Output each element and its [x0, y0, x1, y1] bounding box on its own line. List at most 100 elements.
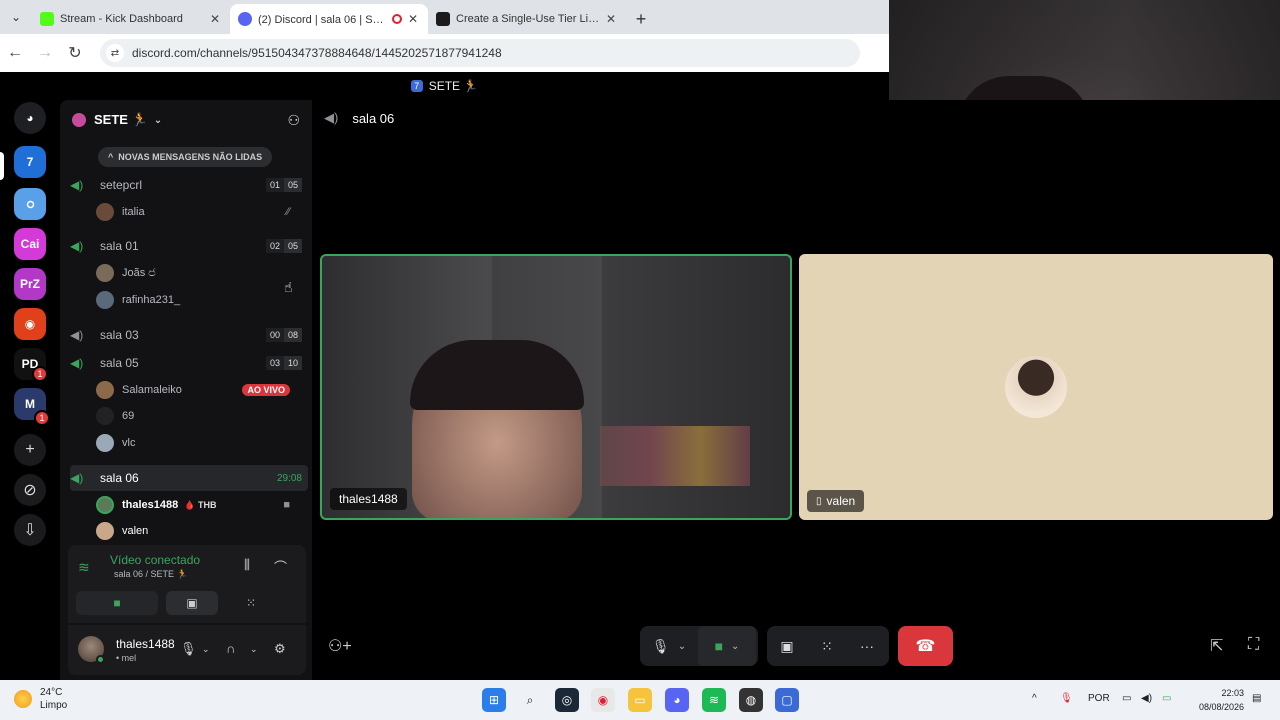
voice-channel-sala-03[interactable]: ◀) sala 03 00 08: [70, 322, 308, 348]
chevron-down-icon: ⌄: [153, 114, 163, 126]
app-icon[interactable]: ▢: [775, 688, 799, 712]
close-tab-icon[interactable]: ✕: [208, 12, 222, 26]
video-tile-valen[interactable]: ▯ valen: [799, 254, 1273, 520]
voice-location[interactable]: sala 06 / SETE 🏃: [114, 569, 188, 580]
browser-tab-kick[interactable]: Stream - Kick Dashboard ✕: [32, 4, 230, 34]
chevron-down-icon[interactable]: ⌄: [250, 644, 258, 655]
tray-chevron-up-icon[interactable]: ^: [1032, 693, 1037, 704]
voice-user[interactable]: rafinha231_: [96, 288, 296, 312]
close-tab-icon[interactable]: ✕: [406, 12, 420, 26]
speaker-icon: ◀): [70, 471, 84, 485]
mic-in-use-icon[interactable]: 🎙: [1060, 693, 1073, 704]
headphones-icon[interactable]: ∩: [226, 641, 235, 656]
tab-search-chevron-icon[interactable]: ⌄: [0, 0, 32, 34]
search-icon[interactable]: ⌕: [518, 688, 542, 712]
system-clock[interactable]: 22:03 08/08/2026: [1199, 686, 1244, 714]
video-tile-thales1488[interactable]: thales1488: [320, 254, 792, 520]
network-icon[interactable]: ▭: [1122, 693, 1131, 704]
leave-call-button[interactable]: ☎: [898, 626, 953, 666]
server-3-icon[interactable]: Cai: [14, 228, 46, 260]
disconnect-icon[interactable]: ⌒: [274, 557, 287, 576]
invite-to-call-icon[interactable]: ⚇+: [328, 636, 352, 656]
microphone-icon[interactable]: 🎙: [180, 641, 197, 657]
volume-icon[interactable]: ◀): [1141, 693, 1152, 704]
username[interactable]: thales1488: [116, 637, 175, 651]
voice-channel-sala-01[interactable]: ◀) sala 01 02 05: [70, 233, 308, 259]
server-sete-icon[interactable]: 7: [14, 146, 46, 178]
forward-arrow-icon[interactable]: →: [30, 44, 60, 62]
activities-button[interactable]: ⁙: [807, 626, 847, 666]
address-bar-row: ← → ↻ ⇄ discord.com/channels/95150434737…: [0, 34, 889, 72]
camera-button[interactable]: ■ ⌄: [698, 626, 756, 666]
discord-taskbar-icon[interactable]: ◕: [665, 688, 689, 712]
discord-home-icon[interactable]: ◕: [14, 102, 46, 134]
camera-toggle-button[interactable]: ■: [76, 591, 158, 615]
voice-status[interactable]: Vídeo conectado: [110, 553, 200, 567]
back-arrow-icon[interactable]: ←: [0, 44, 30, 62]
voice-user[interactable]: italia ⁄⁄: [96, 200, 296, 224]
server-2-icon[interactable]: ഠ: [14, 188, 46, 220]
camera-icon: ■: [283, 499, 290, 511]
pop-out-icon[interactable]: ⇱: [1210, 636, 1223, 656]
more-options-button[interactable]: ···: [847, 626, 887, 666]
obs-icon[interactable]: ◍: [739, 688, 763, 712]
online-status-icon: [96, 655, 105, 664]
signal-icon[interactable]: ≋: [78, 559, 90, 576]
voice-user-self[interactable]: thales1488 🩸 THB ■: [96, 493, 296, 517]
file-explorer-icon[interactable]: ▭: [628, 688, 652, 712]
voice-user[interactable]: 69: [96, 404, 296, 428]
mention-badge: 1: [32, 366, 48, 382]
voice-user[interactable]: valen: [96, 519, 296, 543]
activities-button[interactable]: ⁙: [218, 591, 284, 615]
browser-tab-discord[interactable]: (2) Discord | sala 06 | SETE 🏃 ✕: [230, 4, 428, 34]
voice-channel-sala-06[interactable]: ◀) sala 06 29:08: [70, 465, 308, 491]
call-timer: 29:08: [276, 472, 302, 484]
screen-share-button[interactable]: ▣: [166, 591, 218, 615]
language-indicator[interactable]: POR: [1088, 693, 1110, 704]
tab-title: Stream - Kick Dashboard: [60, 13, 183, 25]
server-prz-icon[interactable]: PrZ: [14, 268, 46, 300]
microphone-button[interactable]: 🎙 ⌄: [640, 626, 698, 666]
url-input[interactable]: ⇄ discord.com/channels/95150434737888464…: [100, 39, 860, 67]
live-badge: AO VIVO: [242, 384, 290, 396]
discord-favicon-icon: [238, 12, 252, 26]
avatar: [96, 264, 114, 282]
reload-icon[interactable]: ↻: [60, 43, 90, 63]
screen-share-button[interactable]: ▣: [767, 626, 807, 666]
server-rail: ◕ 7 ഠ Cai PrZ ◉ PD 1 M 1 + ⊘ ⇩: [0, 100, 60, 680]
server-header[interactable]: SETE 🏃 ⌄ ⚇: [60, 100, 312, 140]
voice-channel-sala-05[interactable]: ◀) sala 05 03 10: [70, 350, 308, 376]
unread-messages-banner[interactable]: ^ NOVAS MENSAGENS NÃO LIDAS: [98, 147, 273, 167]
noise-suppression-icon[interactable]: ⫼: [244, 557, 250, 573]
download-icon[interactable]: ⇩: [14, 514, 46, 546]
discover-icon[interactable]: ⊘: [14, 474, 46, 506]
chrome-icon[interactable]: ◉: [591, 688, 615, 712]
voice-user[interactable]: Salamaleiko AO VIVO: [96, 378, 296, 402]
steam-icon[interactable]: ◎: [555, 688, 579, 712]
avatar: [96, 407, 114, 425]
voice-user[interactable]: Joãs ජ: [96, 261, 296, 285]
more-dots-icon: ···: [860, 638, 874, 654]
voice-channel-setepcrl[interactable]: ◀) setepcrl 01 05: [70, 172, 308, 198]
add-server-icon[interactable]: +: [14, 434, 46, 466]
activities-icon: ⁙: [245, 596, 257, 610]
invite-people-icon[interactable]: ⚇: [287, 112, 300, 129]
settings-gear-icon[interactable]: ⚙: [274, 641, 286, 657]
avatar: [96, 203, 114, 221]
notification-icon[interactable]: ▤: [1252, 693, 1261, 704]
weather-widget[interactable]: 24°C Limpo: [14, 686, 67, 712]
browser-tab-tierlist[interactable]: Create a Single-Use Tier List (Pr... ✕: [428, 4, 626, 34]
spotify-icon[interactable]: ≋: [702, 688, 726, 712]
new-tab-button[interactable]: +: [626, 4, 656, 34]
fullscreen-icon[interactable]: ⛶: [1248, 636, 1259, 654]
close-tab-icon[interactable]: ✕: [604, 12, 618, 26]
chevron-down-icon[interactable]: ⌄: [202, 644, 210, 655]
server-5-icon[interactable]: ◉: [14, 308, 46, 340]
hang-up-icon: ☎: [915, 638, 936, 655]
voice-user[interactable]: vlc: [96, 431, 296, 455]
custom-status: • mel: [116, 653, 137, 663]
camera-icon: ■: [714, 638, 724, 654]
windows-start-icon[interactable]: ⊞: [482, 688, 506, 712]
site-info-icon[interactable]: ⇄: [106, 44, 124, 62]
battery-icon[interactable]: ▭: [1162, 693, 1171, 704]
